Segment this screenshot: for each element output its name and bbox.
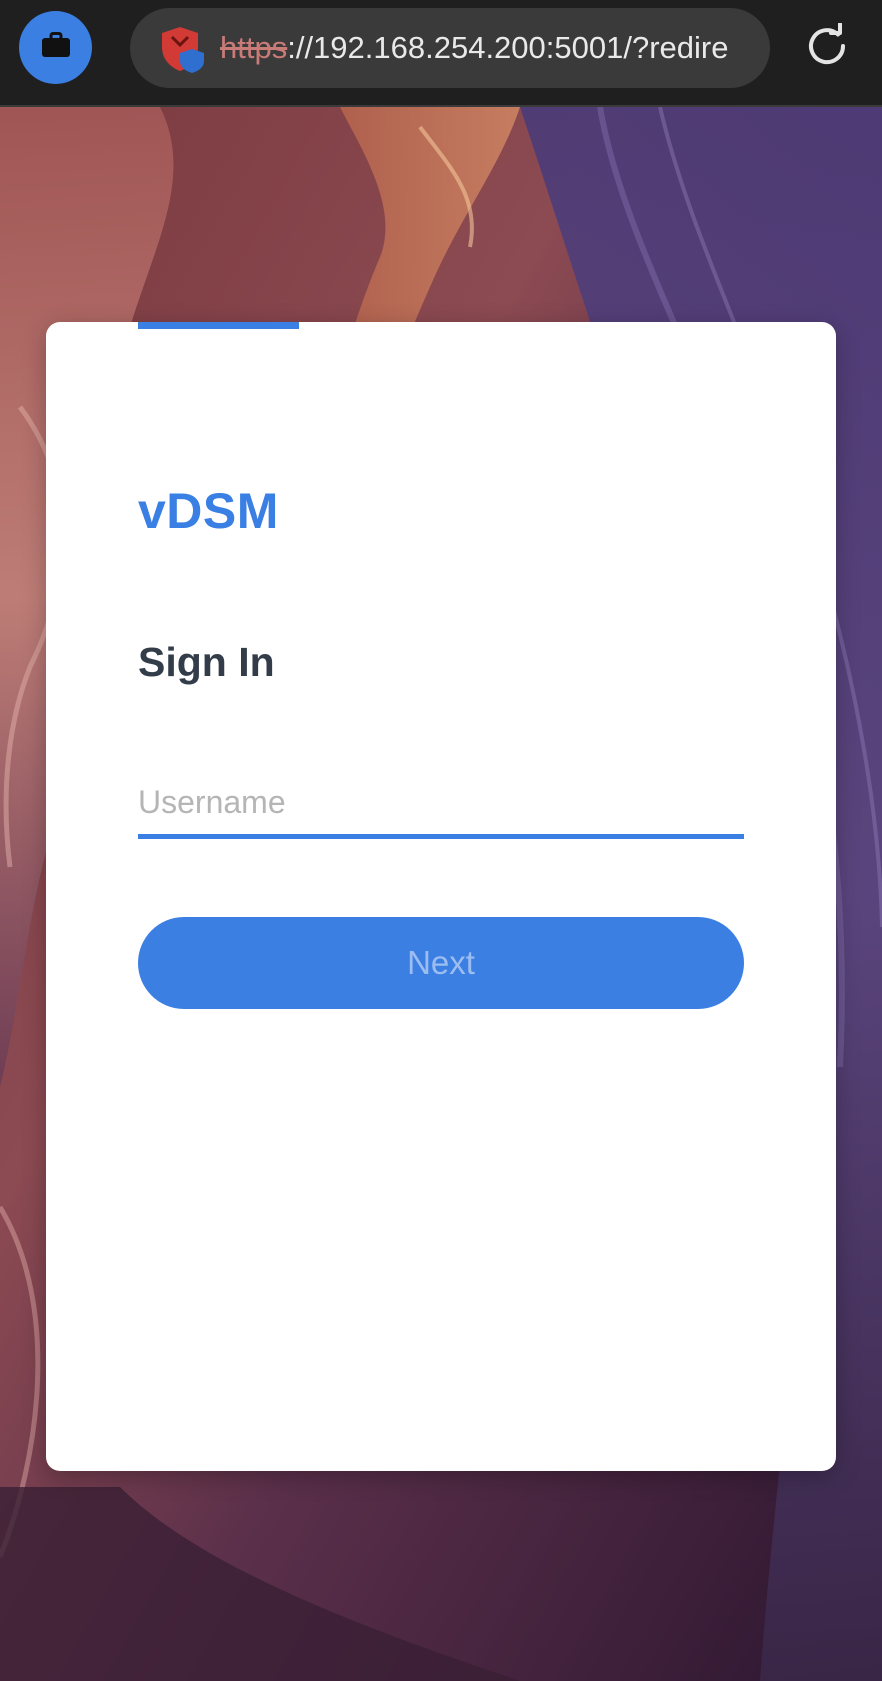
page: https://192.168.254.200:5001/?redire vDS… bbox=[0, 0, 882, 1681]
next-button[interactable]: Next bbox=[138, 917, 744, 1009]
sign-in-heading: Sign In bbox=[138, 639, 275, 685]
briefcase-icon bbox=[41, 32, 71, 63]
login-card: vDSM Sign In Next bbox=[46, 322, 836, 1471]
shield-warning-icon[interactable] bbox=[160, 25, 206, 73]
reload-button[interactable] bbox=[801, 21, 853, 74]
url-scheme: https bbox=[220, 30, 288, 65]
work-profile-button[interactable] bbox=[19, 11, 92, 84]
url-host: ://192.168.254.200:5001/?redire bbox=[287, 30, 729, 65]
address-bar[interactable]: https://192.168.254.200:5001/?redire bbox=[130, 8, 770, 88]
url-text[interactable]: https://192.168.254.200:5001/?redire bbox=[220, 8, 754, 88]
username-input[interactable] bbox=[138, 770, 744, 839]
brand-title: vDSM bbox=[138, 483, 279, 539]
card-accent-bar bbox=[138, 322, 299, 329]
browser-toolbar: https://192.168.254.200:5001/?redire bbox=[0, 0, 882, 107]
reload-icon bbox=[804, 21, 850, 74]
